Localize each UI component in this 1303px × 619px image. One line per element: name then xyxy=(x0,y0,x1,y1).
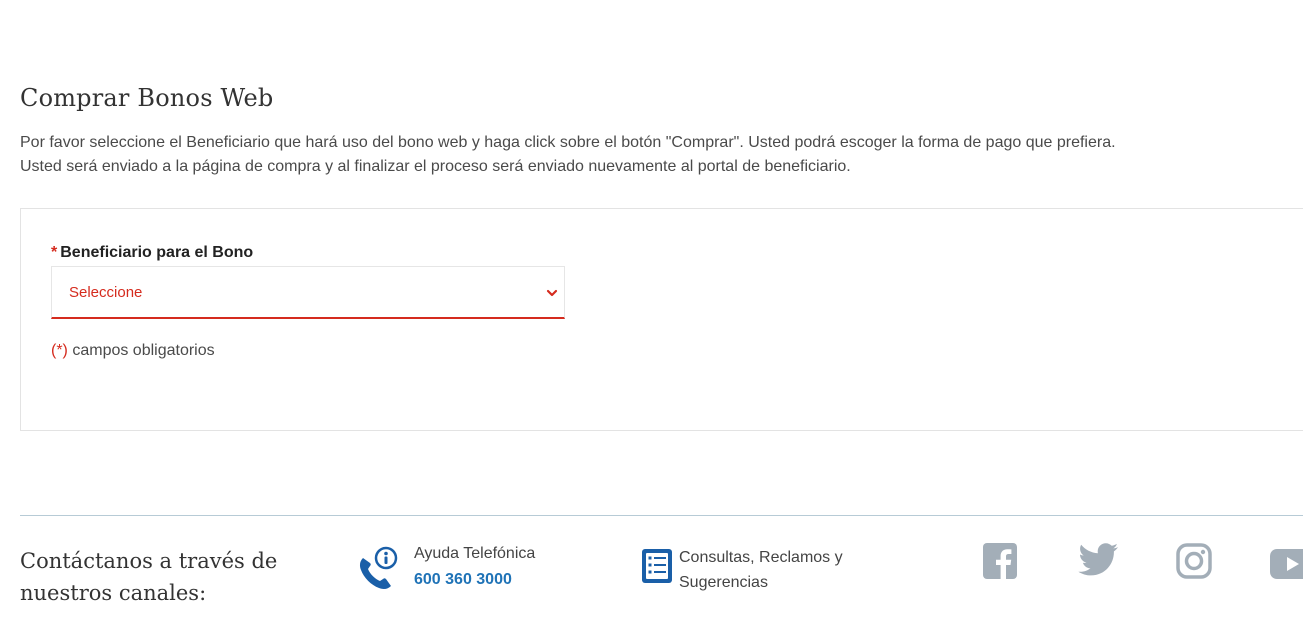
beneficiary-label-text: Beneficiario para el Bono xyxy=(60,244,254,261)
instagram-icon[interactable] xyxy=(1176,543,1212,581)
beneficiary-field-label: * Beneficiario para el Bono xyxy=(51,244,253,262)
intro-text: Por favor seleccione el Beneficiario que… xyxy=(20,131,1303,179)
phone-number-link[interactable]: 600 360 3000 xyxy=(414,571,512,589)
contact-title: Contáctanos a través de nuestros canales… xyxy=(20,549,278,605)
page-title: Comprar Bonos Web xyxy=(20,84,274,112)
required-star: * xyxy=(51,244,58,261)
footer-divider xyxy=(20,515,1303,516)
intro-line-2: Usted será enviado a la página de compra… xyxy=(20,158,851,175)
phone-help-label: Ayuda Telefónica xyxy=(414,545,536,562)
consults-claims-label: Consultas, Reclamos y Sugerencias xyxy=(679,549,843,591)
twitter-icon[interactable] xyxy=(1078,543,1118,581)
facebook-icon[interactable] xyxy=(983,543,1017,581)
chevron-down-icon xyxy=(546,289,558,297)
phone-info-icon xyxy=(359,546,398,590)
required-note-text: campos obligatorios xyxy=(67,342,215,359)
beneficiary-select[interactable]: Seleccione xyxy=(51,266,565,319)
intro-line-1: Por favor seleccione el Beneficiario que… xyxy=(20,134,1116,151)
list-form-icon xyxy=(642,549,672,583)
page: Comprar Bonos Web Por favor seleccione e… xyxy=(0,0,1303,619)
required-note-mark: (*) xyxy=(51,342,68,359)
required-fields-note: (*) campos obligatorios xyxy=(51,342,215,360)
youtube-icon[interactable] xyxy=(1270,543,1303,581)
beneficiary-form-card: * Beneficiario para el Bono Seleccione (*… xyxy=(20,208,1303,431)
beneficiary-select-value: Seleccione xyxy=(69,284,143,301)
